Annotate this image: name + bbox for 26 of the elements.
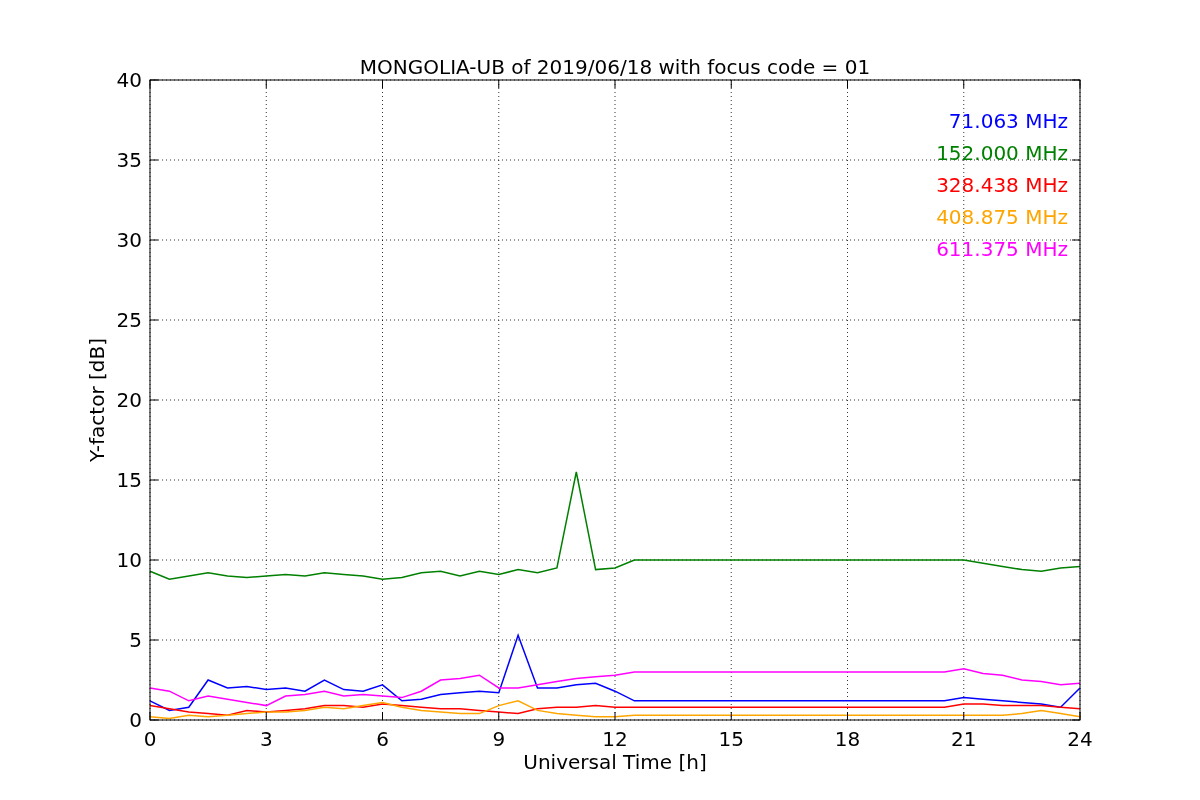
x-tick-label: 24 [1067,727,1093,751]
y-tick-label: 5 [129,628,142,652]
y-tick-label: 35 [116,148,142,172]
legend-label: 328.438 MHz [936,173,1068,197]
legend-label: 71.063 MHz [948,109,1068,133]
y-tick-label: 20 [116,388,142,412]
y-tick-label: 25 [116,308,142,332]
legend-label: 152.000 MHz [936,141,1068,165]
y-tick-label: 10 [116,548,142,572]
x-tick-label: 3 [259,727,273,751]
y-tick-label: 40 [116,68,142,92]
y-tick-label: 0 [129,708,142,732]
y-tick-label: 30 [116,228,142,252]
legend-label: 611.375 MHz [936,237,1068,261]
x-tick-label: 21 [951,727,977,751]
x-tick-label: 18 [834,727,861,751]
x-tick-label: 9 [492,727,506,751]
y-tick-label: 15 [116,468,142,492]
chart-title: MONGOLIA-UB of 2019/06/18 with focus code = 01 [359,55,871,79]
x-axis-label: Universal Time [h] [523,750,707,774]
legend-label: 408.875 MHz [936,205,1068,229]
x-tick-label: 12 [602,727,628,751]
x-tick-label: 0 [143,727,157,751]
x-tick-label: 6 [376,727,389,751]
x-tick-label: 15 [718,727,744,751]
y-axis-label: Y-factor [dB] [85,338,109,462]
